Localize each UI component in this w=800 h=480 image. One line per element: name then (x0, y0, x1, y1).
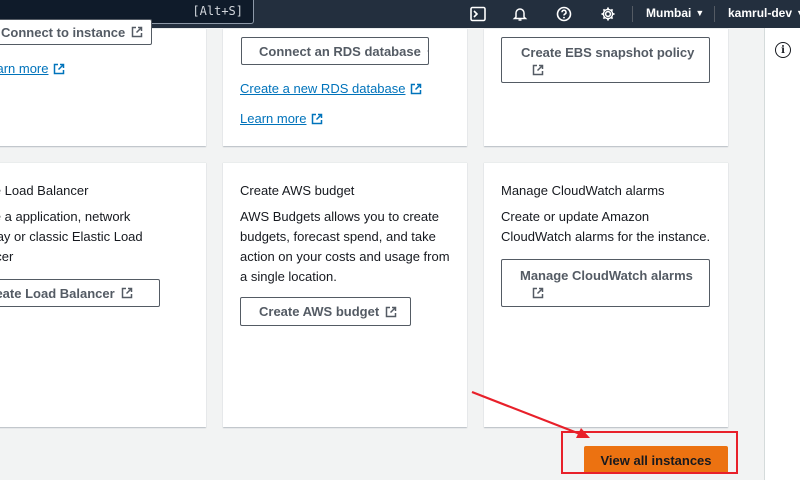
card-description: Create a application, network gateway or… (0, 207, 143, 267)
manage-cloudwatch-alarms-button[interactable]: Manage CloudWatch alarms (501, 259, 710, 307)
card-title: Create AWS budget (240, 183, 355, 198)
card-rds: Connect an RDS database Create a new RDS… (223, 28, 467, 146)
card-description: Create or update Amazon CloudWatch alarm… (501, 207, 710, 247)
create-load-balancer-button[interactable]: Create Load Balancer (0, 279, 160, 307)
external-link-icon (312, 113, 323, 124)
account-menu[interactable]: kamrul-dev ▼ (728, 6, 800, 20)
card-title: Manage CloudWatch alarms (501, 183, 665, 198)
info-icon[interactable]: i (775, 42, 791, 58)
button-label: Create AWS budget (259, 304, 380, 319)
card-load-balancer: Create Load Balancer Create a applicatio… (0, 162, 206, 427)
card-cloudwatch: Manage CloudWatch alarms Create or updat… (484, 162, 728, 427)
card-description: AWS Budgets allows you to create budgets… (240, 207, 450, 287)
help-icon[interactable] (554, 4, 574, 24)
external-link-icon (411, 83, 422, 94)
terminal-icon[interactable] (468, 4, 488, 24)
create-aws-budget-button[interactable]: Create AWS budget (240, 297, 411, 326)
button-label: Create EBS snapshot policy (521, 44, 695, 60)
nav-divider (632, 6, 633, 22)
link-label: Learn more (240, 111, 307, 126)
button-label: Manage CloudWatch alarms (520, 267, 693, 283)
card-ebs-snapshot: Create EBS snapshot policy (484, 28, 728, 146)
card-connect-instance: Connect to instance Learn more (0, 19, 206, 146)
create-rds-link[interactable]: Create a new RDS database (240, 81, 422, 96)
gear-icon[interactable] (598, 4, 618, 24)
desc-line: budgets, forecast spend, and take (240, 229, 436, 244)
desc-line: gateway or classic Elastic Load (0, 229, 143, 244)
learn-more-link[interactable]: Learn more (240, 111, 323, 126)
card-aws-budget: Create AWS budget AWS Budgets allows you… (223, 162, 467, 427)
connect-rds-button[interactable]: Connect an RDS database (241, 37, 429, 65)
bell-icon[interactable] (510, 4, 530, 24)
connect-to-instance-button[interactable]: Connect to instance (0, 19, 152, 45)
region-label: Mumbai (646, 6, 692, 20)
external-link-icon (54, 63, 65, 74)
external-link-icon (385, 306, 397, 317)
caret-down-icon: ▼ (796, 8, 800, 18)
desc-line: Balancer (0, 249, 14, 264)
button-label: Create Load Balancer (0, 285, 115, 301)
link-label: Create a new RDS database (240, 81, 406, 96)
button-label: Connect to instance (1, 24, 126, 40)
external-link-icon (532, 64, 544, 75)
desc-line: action on your costs and usage from (240, 249, 450, 264)
nav-divider (714, 6, 715, 22)
desc-line: AWS Budgets allows you to create (240, 209, 439, 224)
caret-down-icon: ▼ (695, 8, 705, 18)
account-label: kamrul-dev (728, 6, 793, 20)
desc-line: Create or update Amazon (501, 209, 650, 224)
button-label: Connect an RDS database (259, 43, 421, 59)
external-link-icon (121, 287, 132, 299)
region-selector[interactable]: Mumbai ▼ (646, 6, 704, 20)
external-link-icon (426, 50, 428, 52)
search-shortcut-hint: [Alt+S] (192, 4, 243, 18)
external-link-icon (132, 26, 143, 38)
desc-line: CloudWatch alarms for the instance. (501, 229, 711, 244)
learn-more-link[interactable]: Learn more (0, 61, 65, 76)
desc-line: Create a application, network (0, 209, 131, 224)
desc-line: a single location. (240, 269, 337, 284)
create-ebs-snapshot-policy-button[interactable]: Create EBS snapshot policy (501, 37, 710, 83)
utility-panel: i (764, 28, 800, 480)
card-title: Create Load Balancer (0, 183, 89, 198)
link-label: Learn more (0, 61, 49, 76)
external-link-icon (532, 287, 544, 298)
annotation-highlight-box (561, 431, 738, 474)
